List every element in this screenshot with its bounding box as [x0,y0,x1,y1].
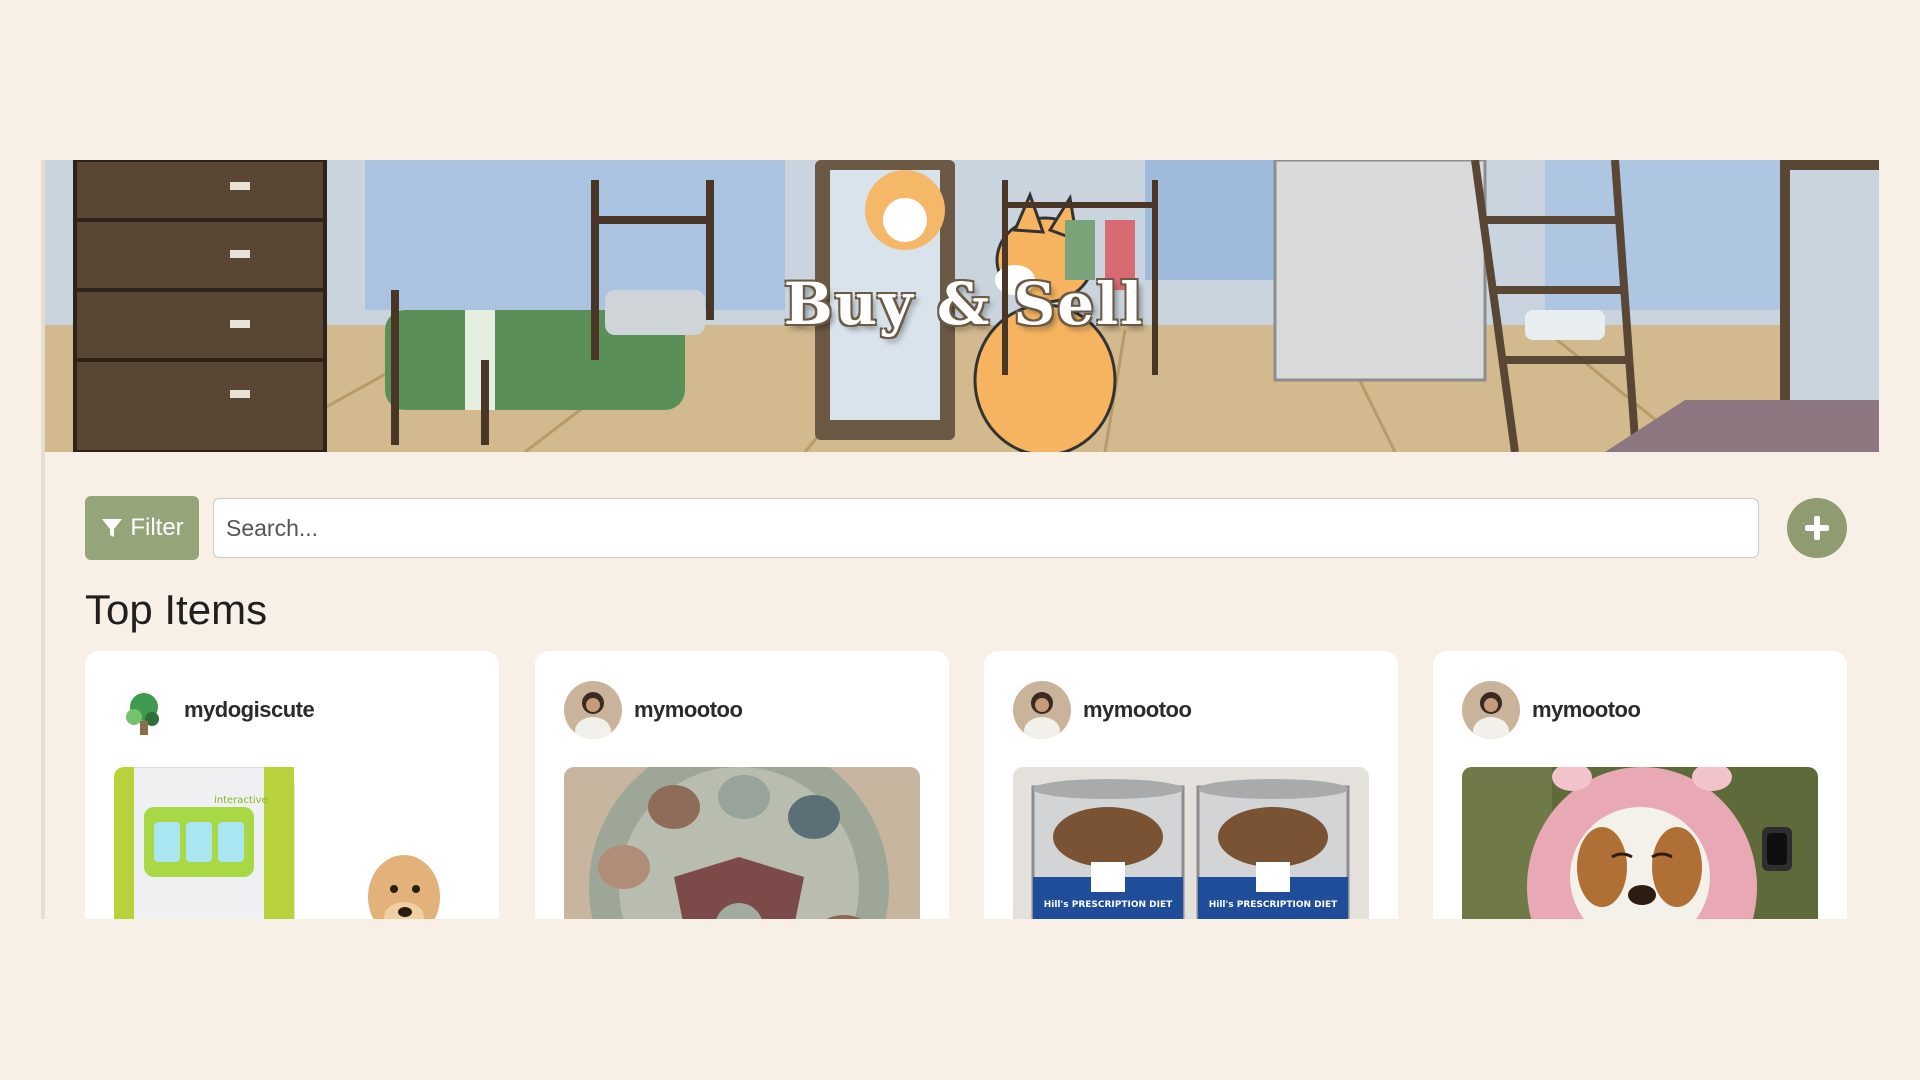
can-label-text: Hill's PRESCRIPTION DIET [1209,900,1338,910]
card-header: mymootoo [564,680,743,740]
filter-button-label: Filter [130,514,184,541]
toy-brand-text: interactive [214,795,268,806]
search-toolbar: Filter [45,496,1879,560]
item-card[interactable]: mydogiscute interactive [85,651,499,919]
banner-title: Buy & Sell [783,270,1145,338]
app-frame: Buy & Sell Filter Top Items [41,160,1879,919]
card-header: mymootoo [1013,680,1192,740]
filter-icon [102,519,123,537]
username[interactable]: mydogiscute [184,697,315,723]
avatar[interactable] [564,681,622,739]
filter-button[interactable]: Filter [85,496,199,560]
card-header: mydogiscute [114,680,315,740]
can-label-text: Hill's PRESCRIPTION DIET [1044,900,1173,910]
avatar[interactable] [114,681,172,739]
username[interactable]: mymootoo [1083,697,1192,723]
card-header: mymootoo [1462,680,1641,740]
section-title: Top Items [85,586,268,633]
avatar[interactable] [1462,681,1520,739]
username[interactable]: mymootoo [634,697,743,723]
item-card[interactable]: mymootoo Hill's PRESCRIPTION DIET Hill's… [984,651,1398,919]
add-item-button[interactable] [1787,498,1847,558]
top-items-list: mydogiscute interactive mymootoo mymooto… [85,651,1847,919]
item-image[interactable]: interactive [114,767,470,919]
username[interactable]: mymootoo [1532,697,1641,723]
search-input[interactable] [213,498,1759,558]
item-image[interactable] [564,767,920,919]
item-image[interactable]: Hill's PRESCRIPTION DIET Hill's PRESCRIP… [1013,767,1369,919]
plus-icon [1805,516,1829,540]
hero-banner: Buy & Sell [45,160,1879,452]
avatar[interactable] [1013,681,1071,739]
item-image[interactable] [1462,767,1818,919]
item-card[interactable]: mymootoo [1433,651,1847,919]
item-card[interactable]: mymootoo [535,651,949,919]
